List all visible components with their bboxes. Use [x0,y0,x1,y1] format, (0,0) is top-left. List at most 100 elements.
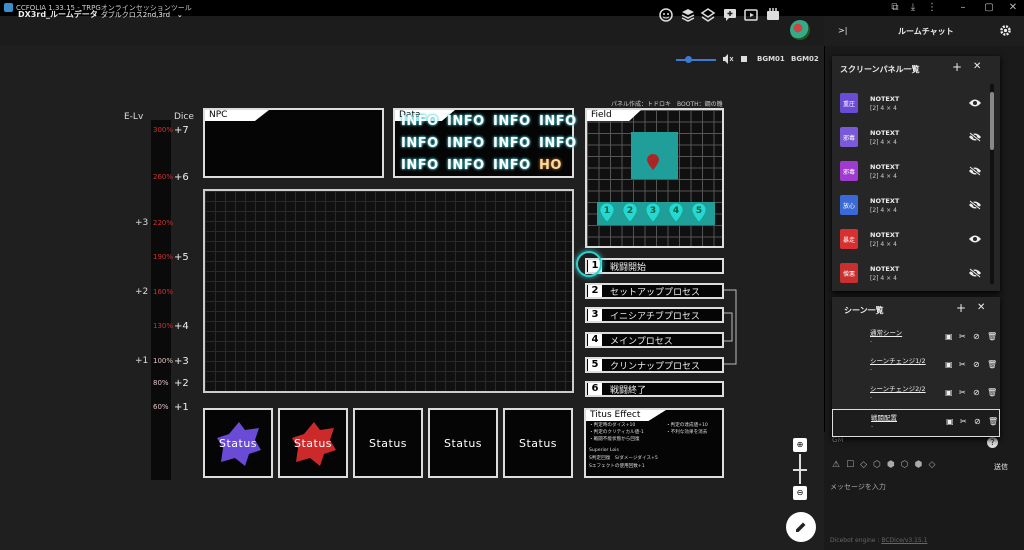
user-avatar[interactable] [790,20,810,40]
d12-icon[interactable]: ⬢ [915,460,923,470]
delete-icon[interactable]: 🗑 [988,417,998,426]
close-window-icon[interactable]: ✕ [1006,1,1020,15]
layers-icon[interactable] [680,7,696,23]
info-cell[interactable]: INFO [401,136,439,151]
swap-icon[interactable]: ✂ [959,360,968,369]
info-cell[interactable]: INFO [539,114,577,129]
hide-icon[interactable]: ⊘ [973,388,982,397]
save-icon[interactable]: ▣ [945,332,954,341]
phase-row[interactable]: 6 戦闘終了 [585,381,724,397]
status-box-1[interactable]: Status [203,408,273,478]
d10-icon[interactable]: ⬡ [901,460,909,470]
scene-icon[interactable] [765,7,781,23]
info-cell[interactable]: INFO [493,136,531,151]
eye-off-icon[interactable] [968,132,982,142]
eye-icon[interactable] [968,98,982,108]
scene-item[interactable]: シーンチェンジ2/2- ▣ ✂ ⊘ 🗑 [832,381,1000,409]
enemy-pin-icon[interactable] [647,154,659,170]
d20-icon[interactable]: ◇ [929,460,936,470]
info-cell[interactable]: INFO [447,114,485,129]
bgm02-label[interactable]: BGM02 [791,55,819,63]
message-input[interactable]: メッセージを入力 [830,482,886,492]
player-pin[interactable]: 4 [668,202,684,222]
scene-item[interactable]: 通常シーン - ▣ ✂ ⊘ 🗑 [832,325,1000,353]
player-pin[interactable]: 3 [645,202,661,222]
character-icon[interactable] [658,7,674,23]
eye-off-icon[interactable] [968,268,982,278]
scrollbar-thumb[interactable] [990,92,994,150]
eye-off-icon[interactable] [968,166,982,176]
volume-slider-track[interactable] [676,59,716,61]
phase-row[interactable]: 3 イニシアチブプロセス [585,307,724,323]
screen-panel-item[interactable]: 邪毒 NOTEXT [2] 4 × 4 [838,154,988,188]
chat-tab-gm[interactable]: GM [832,436,843,444]
info-cell[interactable]: INFO [401,158,439,173]
info-cell[interactable]: INFO [447,136,485,151]
add-message-icon[interactable] [722,7,738,23]
screen-panel-item[interactable]: 邪毒 NOTEXT [2] 4 × 4 [838,120,988,154]
player-pin[interactable]: 5 [691,202,707,222]
zoom-out-icon[interactable]: ⊖ [793,486,807,500]
player-pin[interactable]: 1 [599,202,615,222]
add-panel-icon[interactable]: + [952,60,962,74]
extension-icon[interactable]: ⧉ [888,1,902,15]
edit-fab-button[interactable] [786,512,816,542]
screen-panel-item[interactable]: 暴走 NOTEXT [2] 4 × 4 [838,222,988,256]
eye-icon[interactable] [968,234,982,244]
settings-gear-icon[interactable] [999,24,1012,37]
screen-panel-item[interactable]: 放心 NOTEXT [2] 4 × 4 [838,188,988,222]
screen-panel-item[interactable]: 憎悪 NOTEXT [2] 4 × 4 [838,256,988,290]
status-box-3[interactable]: Status [353,408,423,478]
current-phase-marker[interactable] [576,251,602,277]
status-box-5[interactable]: Status [503,408,573,478]
volume-slider-knob[interactable] [685,56,692,63]
eye-off-icon[interactable] [968,200,982,210]
screen-panel-item[interactable]: 重圧 NOTEXT [2] 4 × 4 [838,86,988,120]
scene-item[interactable]: シーンチェンジ1/2- ▣ ✂ ⊘ 🗑 [832,353,1000,381]
add-scene-icon[interactable]: + [956,301,966,315]
mute-icon[interactable] [722,53,734,65]
stop-icon[interactable] [741,56,747,62]
close-panel-list-icon[interactable]: ✕ [973,61,981,72]
info-cell[interactable]: INFO [493,114,531,129]
d6-icon[interactable]: ⬡ [873,460,881,470]
info-cell[interactable]: INFO [539,136,577,151]
bgm01-label[interactable]: BGM01 [757,55,785,63]
stack-icon[interactable] [700,7,716,23]
hide-icon[interactable]: ⊘ [974,417,983,426]
help-icon[interactable]: ? [987,437,998,448]
warning-icon[interactable]: ⚠ [832,460,840,470]
hide-icon[interactable]: ⊘ [973,360,982,369]
ho-cell[interactable]: HO [539,158,562,173]
phase-row[interactable]: 2 セットアッププロセス [585,283,724,299]
send-button[interactable]: 送信 [994,462,1008,472]
status-box-4[interactable]: Status [428,408,498,478]
status-box-2[interactable]: Status [278,408,348,478]
d4-icon[interactable]: ◇ [860,460,867,470]
swap-icon[interactable]: ✂ [959,332,968,341]
scene-item[interactable]: 戦闘配置 - ▣ ✂ ⊘ 🗑 [832,409,1000,437]
save-icon[interactable]: ▣ [945,388,954,397]
phase-row[interactable]: 5 クリンナッププロセス [585,357,724,373]
dicebot-link[interactable]: BCDice/v3.15.1 [881,537,927,544]
info-cell[interactable]: INFO [493,158,531,173]
info-cell[interactable]: INFO [401,114,439,129]
info-cell[interactable]: INFO [447,158,485,173]
download-icon[interactable]: ⤓ [906,1,920,15]
delete-icon[interactable]: 🗑 [987,360,997,369]
phase-row[interactable]: 4 メインプロセス [585,332,724,348]
delete-icon[interactable]: 🗑 [987,388,997,397]
close-scene-list-icon[interactable]: ✕ [977,302,985,313]
zoom-in-icon[interactable]: ⊕ [793,438,807,452]
video-icon[interactable] [743,7,759,23]
minimize-icon[interactable]: – [956,1,970,15]
more-menu-icon[interactable]: ⋮ [925,1,939,15]
save-icon[interactable]: ▣ [946,417,955,426]
zoom-slider-knob[interactable] [793,469,807,471]
delete-icon[interactable]: 🗑 [987,332,997,341]
maximize-icon[interactable]: ▢ [982,1,996,15]
room-title[interactable]: DX3rd_ルームデータ ダブルクロス2nd,3rd ⌄ [18,9,183,20]
player-pin[interactable]: 2 [622,202,638,222]
phase-row[interactable]: 1 戦闘開始 [585,258,724,274]
map-grid[interactable] [203,189,574,393]
